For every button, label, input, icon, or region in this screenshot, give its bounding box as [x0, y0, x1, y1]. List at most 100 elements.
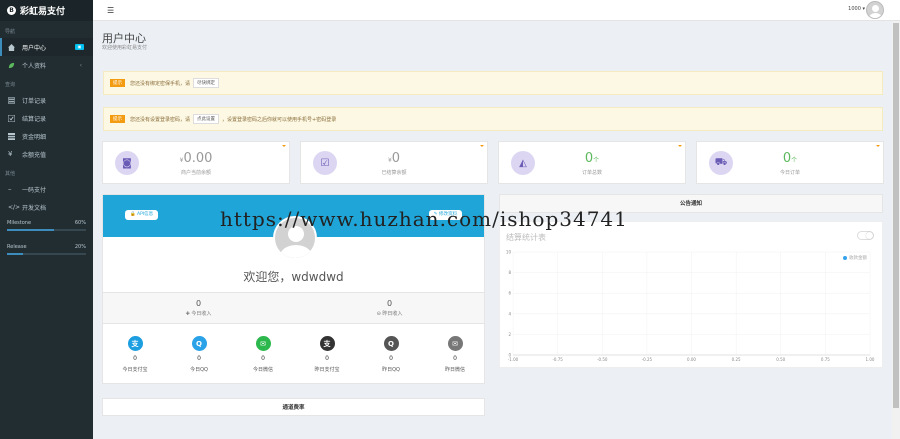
api-info-button[interactable]: 🔒 API信息 [125, 210, 159, 220]
progress-bar [7, 253, 86, 255]
yen-icon: ¥ [8, 149, 13, 158]
brand-title: 彩虹易支付 [20, 7, 66, 17]
avatar[interactable] [866, 1, 884, 19]
stat-value: 0个 [584, 151, 600, 166]
legend-label: 收款金额 [849, 256, 867, 261]
rate-link[interactable]: 通道费率 [102, 398, 485, 416]
sidebar-item-docs[interactable]: </> 开发文档 [0, 198, 93, 216]
y-tick-label: 2 [508, 332, 511, 337]
corner-icon [876, 145, 880, 147]
pay-label: 今日支付宝 [122, 367, 148, 373]
y-tick-label: 10 [506, 250, 512, 255]
pay-value: 0 [325, 355, 329, 362]
page-subtitle: 欢迎使用彩虹易支付 [102, 45, 148, 51]
user-menu[interactable]: 1000 ▾ [848, 6, 865, 12]
income-row: 0 ✚ 今日收入 0 ⊖ 昨日收入 [103, 292, 484, 324]
x-tick-label: 0.00 [687, 357, 696, 362]
wechat-icon: ✉ [447, 336, 463, 351]
stat-balance: ◙ ¥0.00 商户当前余额 [102, 141, 290, 184]
alert-text: ，设置登录密码之后你就可以使用手机号+密码登录 [222, 116, 337, 123]
income-value: 0 [386, 299, 393, 308]
brand-logo-icon: B [7, 6, 16, 15]
pay-today-alipay: 支 0 今日支付宝 [103, 336, 167, 373]
alert-set-password: 提示 您还没有设置登录密码，请 点此设置 ，设置登录密码之后你就可以使用手机号+… [103, 107, 883, 131]
alipay-icon: 支 [319, 336, 335, 351]
pay-label: 昨日微信 [444, 367, 465, 373]
pay-value: 0 [261, 355, 265, 362]
corner-icon [678, 145, 682, 147]
chart-toggle[interactable] [857, 231, 874, 240]
scrollbar-thumb[interactable] [893, 23, 899, 408]
legend-dot-icon [843, 256, 847, 260]
x-tick-label: 1.00 [866, 357, 875, 362]
pay-label: 今日QQ [190, 367, 208, 373]
pay-today-wechat: ✉ 0 今日微信 [231, 336, 295, 373]
pay-yesterday-qq: Q 0 昨日QQ [359, 336, 423, 373]
income-label: ⊖ 昨日收入 [376, 311, 403, 317]
stat-settled: ☑ ¥0 已结算余额 [300, 141, 488, 184]
sidebar-item-label: 资金明细 [22, 133, 47, 141]
income-today: 0 ✚ 今日收入 [103, 299, 294, 317]
sidebar-item-label: 余额充值 [22, 151, 47, 159]
wechat-icon: ✉ [255, 336, 271, 351]
stat-value: ¥0.00 [179, 151, 213, 166]
chart-panel: 10 8 6 4 2 0 -1.00 -0.75 -0.50 -0.25 0.00 0.25 0.50 0… [499, 221, 883, 368]
y-tick-label: 6 [508, 291, 511, 296]
list-icon [7, 96, 16, 104]
leaf-icon [8, 62, 15, 69]
home-icon [8, 43, 15, 51]
sidebar-item-profile[interactable]: 个人资料 ‹ [0, 56, 93, 74]
new-badge: ▣ [75, 44, 84, 50]
pay-value: 0 [197, 355, 201, 362]
chart-title: 结算统计表 [506, 233, 546, 242]
sidebar-item-recharge[interactable]: ¥ 余额充值 [0, 145, 93, 163]
qq-icon: Q [383, 336, 399, 351]
minus-icon: – [8, 184, 12, 193]
progress-bar [7, 229, 86, 231]
alert-bind-phone: 提示 您还没有绑定密保手机，请 尽快绑定 [103, 71, 883, 95]
x-tick-label: -0.50 [597, 357, 608, 362]
corner-icon [480, 145, 484, 147]
sidebar-item-funds[interactable]: 资金明细 [0, 127, 93, 145]
pay-value: 0 [133, 355, 137, 362]
sidebar-item-label: 结算记录 [22, 115, 47, 123]
alert-text: 您还没有绑定密保手机，请 [130, 80, 191, 87]
sidebar-item-orders[interactable]: 订单记录 [0, 91, 93, 109]
nav-header: 导航 [5, 29, 16, 35]
progress-label: Release [7, 244, 27, 250]
pay-value: 0 [453, 355, 457, 362]
qq-icon: Q [191, 336, 207, 351]
sidebar-item-qrpay[interactable]: – 一码支付 [0, 180, 93, 198]
table-icon [8, 132, 15, 140]
y-tick-label: 8 [508, 270, 511, 275]
check-icon [7, 114, 16, 122]
alipay-icon: 支 [127, 336, 143, 351]
progress-value: 60% [74, 220, 86, 226]
stat-orders-today: ⛟ 0个 今日订单 [696, 141, 884, 184]
alert-text: 您还没有设置登录密码，请 [130, 116, 191, 123]
sidebar: B 彩虹易支付 导航 用户中心 ▣ 个人资料 ‹ 查询 订单记录 结算记录 资金… [0, 0, 93, 439]
brand[interactable]: B 彩虹易支付 [0, 0, 93, 21]
pay-label: 今日微信 [252, 367, 273, 373]
sidebar-item-label: 一码支付 [22, 186, 47, 194]
alert-tag: 提示 [110, 115, 125, 123]
bind-phone-button[interactable]: 尽快绑定 [193, 78, 220, 88]
pay-value: 0 [389, 355, 393, 362]
stat-value: 0个 [782, 151, 798, 166]
stat-value: ¥0 [387, 151, 401, 166]
y-tick-label: 4 [508, 311, 511, 316]
income-yesterday: 0 ⊖ 昨日收入 [294, 299, 485, 317]
stat-orders-total: ◭ 0个 订单总数 [498, 141, 686, 184]
income-label: ✚ 今日收入 [185, 311, 212, 317]
progress-label: Milestone [7, 220, 32, 226]
x-tick-label: -1.00 [508, 357, 519, 362]
menu-icon[interactable]: ☰ [107, 6, 114, 15]
set-password-button[interactable]: 点此设置 [193, 114, 220, 124]
income-value: 0 [195, 299, 202, 308]
stat-label: 商户当前余额 [180, 170, 211, 176]
code-icon: </> [8, 203, 21, 211]
sidebar-item-user-center[interactable]: 用户中心 ▣ [0, 38, 93, 56]
progress-fill [7, 253, 23, 255]
sidebar-item-settlements[interactable]: 结算记录 [0, 109, 93, 127]
stat-label: 已结算余额 [381, 170, 407, 176]
